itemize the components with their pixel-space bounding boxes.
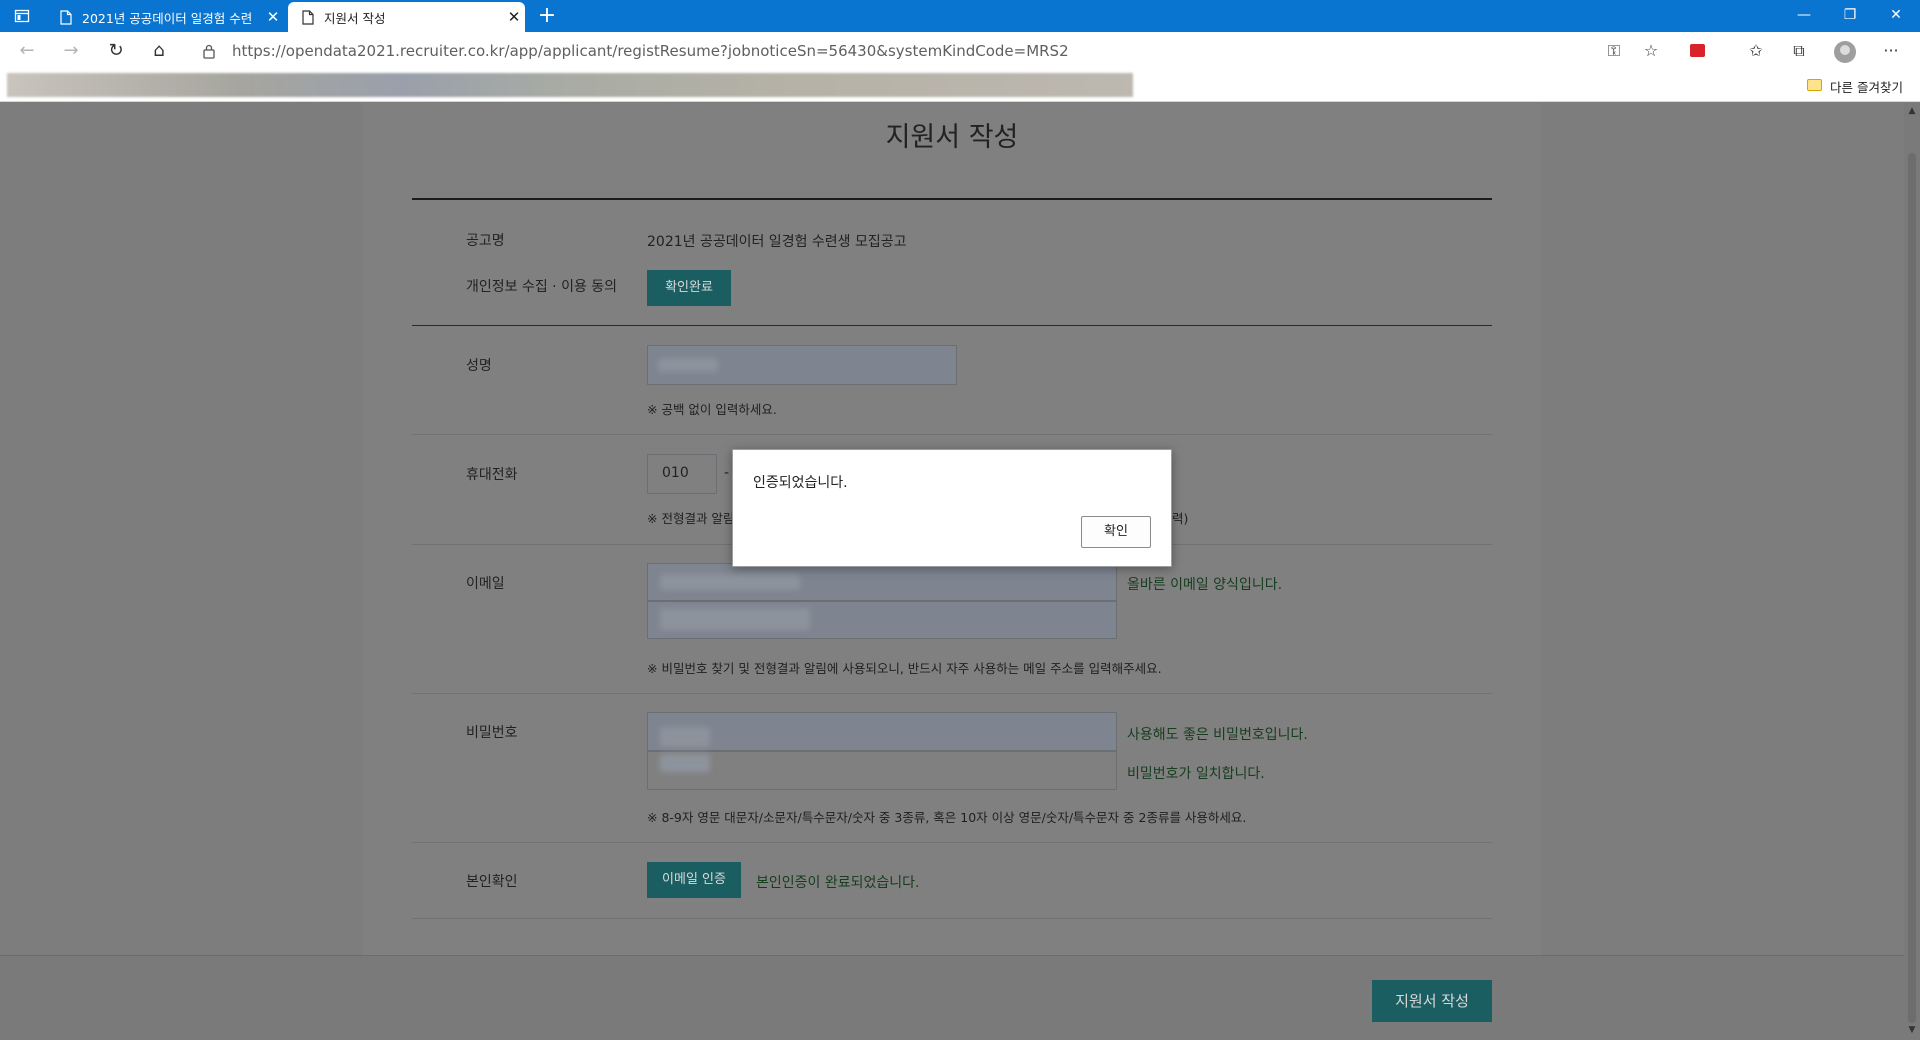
phone-note: ※ 전형결과 알림	[647, 511, 735, 526]
refresh-icon[interactable]: ↻	[103, 39, 129, 63]
password-label: 비밀번호	[466, 725, 518, 741]
privacy-confirm-button[interactable]: 확인완료	[647, 270, 731, 306]
tab-application-form[interactable]: 지원서 작성 ✕	[288, 2, 525, 32]
lock-icon[interactable]	[202, 43, 216, 59]
divider	[412, 918, 1492, 919]
verify-done-message: 본인인증이 완료되었습니다.	[756, 875, 920, 891]
scroll-up-icon[interactable]: ▲	[1907, 106, 1917, 116]
address-bar-row: ← → ↻ ⌂ https://opendata2021.recruiter.c…	[0, 32, 1920, 70]
footer-band	[0, 955, 1904, 1040]
scroll-down-icon[interactable]: ▼	[1907, 1025, 1917, 1035]
new-tab-button[interactable]: +	[532, 2, 562, 30]
divider	[412, 325, 1492, 326]
email-note: ※ 비밀번호 찾기 및 전형결과 알림에 사용되오니, 반드시 자주 사용하는 …	[647, 661, 1162, 676]
url-text[interactable]: https://opendata2021.recruiter.co.kr/app…	[232, 42, 1069, 60]
favorites-icon[interactable]: ✩	[1745, 40, 1767, 62]
favorites-bar: 다른 즐겨찾기	[0, 70, 1920, 102]
phone-prefix-select[interactable]: 010	[647, 454, 717, 494]
profile-avatar[interactable]	[1834, 41, 1856, 63]
password-note: ※ 8-9자 영문 대문자/소문자/특수문자/숫자 중 3종류, 혹은 10자 …	[647, 810, 1247, 825]
favorites-items-blurred	[7, 73, 1133, 97]
tab-title: 지원서 작성	[324, 10, 386, 26]
page-icon	[60, 9, 72, 25]
page-scrollbar[interactable]: ▲ ▼	[1904, 103, 1920, 1040]
page-icon	[302, 9, 314, 25]
tab-close-icon[interactable]: ✕	[262, 8, 284, 26]
add-favorite-icon[interactable]: ☆	[1640, 40, 1662, 62]
tab-recruit-notice[interactable]: 2021년 공공데이터 일경험 수련 ✕	[46, 2, 284, 32]
tab-close-icon[interactable]: ✕	[503, 8, 525, 26]
divider	[412, 198, 1492, 200]
window-close-icon[interactable]: ✕	[1873, 0, 1919, 30]
password-confirm-input[interactable]	[647, 751, 1117, 790]
phone-prefix-value: 010	[662, 465, 689, 481]
scroll-thumb[interactable]	[1908, 153, 1916, 1023]
forward-arrow-icon[interactable]: →	[58, 39, 84, 63]
other-favorites-link[interactable]: 다른 즐겨찾기	[1830, 77, 1903, 96]
phone-label: 휴대전화	[466, 467, 518, 483]
privacy-label: 개인정보 수집 · 이용 동의	[466, 279, 618, 295]
password-valid-message: 사용해도 좋은 비밀번호입니다.	[1127, 727, 1308, 743]
alert-ok-button[interactable]: 확인	[1081, 516, 1151, 548]
collections-icon[interactable]: ⧉	[1788, 40, 1810, 62]
home-icon[interactable]: ⌂	[146, 39, 172, 63]
notice-value: 2021년 공공데이터 일경험 수련생 모집공고	[647, 234, 907, 250]
notice-label: 공고명	[466, 233, 505, 249]
phone-dash: -	[724, 465, 730, 481]
page-viewport: 지원서 작성 공고명 2021년 공공데이터 일경험 수련생 모집공고 개인정보…	[0, 103, 1904, 1040]
password-match-message: 비밀번호가 일치합니다.	[1127, 766, 1265, 782]
name-note: ※ 공백 없이 입력하세요.	[647, 402, 777, 417]
url-field[interactable]: https://opendata2021.recruiter.co.kr/app…	[190, 36, 1670, 66]
email-label: 이메일	[466, 576, 505, 592]
email-domain-input[interactable]	[647, 601, 1117, 639]
tab-actions-icon[interactable]	[14, 8, 30, 24]
alert-message: 인증되었습니다.	[753, 475, 848, 491]
phone-note-tail: 력)	[1172, 511, 1189, 526]
minimize-icon[interactable]: —	[1781, 0, 1827, 30]
folder-icon	[1807, 79, 1822, 91]
email-input[interactable]	[647, 563, 1117, 601]
name-input[interactable]	[647, 345, 957, 385]
verify-label: 본인확인	[466, 874, 518, 890]
back-arrow-icon[interactable]: ←	[14, 39, 40, 63]
restore-icon[interactable]: ❐	[1827, 0, 1873, 30]
divider	[412, 693, 1492, 694]
password-input[interactable]	[647, 712, 1117, 751]
submit-application-button[interactable]: 지원서 작성	[1372, 980, 1492, 1022]
extension-icon[interactable]	[1690, 44, 1705, 57]
page-title: 지원서 작성	[885, 122, 1019, 153]
email-verify-button[interactable]: 이메일 인증	[647, 862, 741, 898]
divider	[412, 842, 1492, 843]
more-menu-icon[interactable]: ···	[1880, 40, 1902, 62]
name-label: 성명	[466, 358, 492, 374]
browser-tab-bar: 2021년 공공데이터 일경험 수련 ✕ 지원서 작성 ✕ + — ❐ ✕	[0, 0, 1920, 32]
alert-dialog: 인증되었습니다. 확인	[732, 449, 1172, 567]
key-icon[interactable]: ⚿	[1603, 40, 1625, 62]
tab-title: 2021년 공공데이터 일경험 수련	[82, 10, 253, 26]
divider	[412, 434, 1492, 435]
email-valid-message: 올바른 이메일 양식입니다.	[1127, 577, 1283, 593]
